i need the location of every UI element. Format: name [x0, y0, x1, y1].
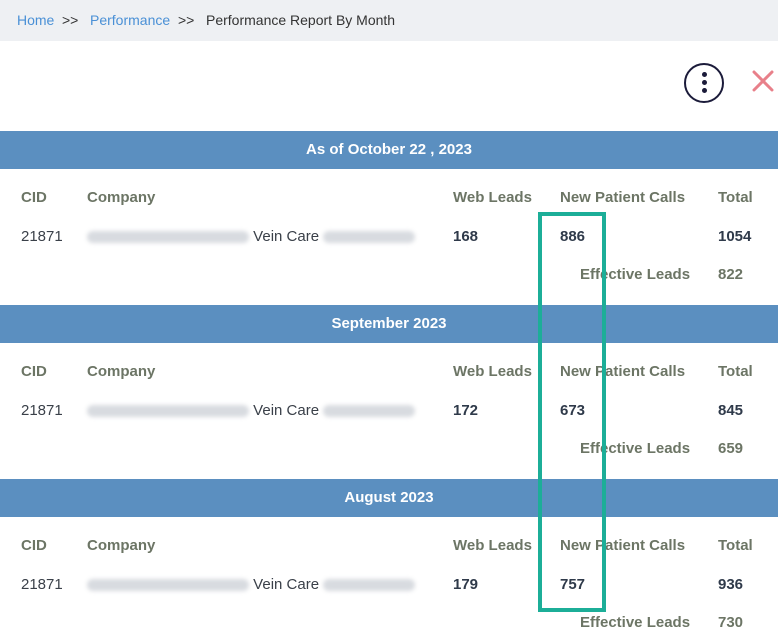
company-name-visible: Vein Care	[253, 402, 320, 419]
breadcrumb-current: Performance Report By Month	[206, 12, 396, 28]
redacted-text	[323, 405, 416, 418]
effective-leads-label: Effective Leads	[580, 614, 691, 631]
close-button[interactable]	[748, 66, 778, 96]
breadcrumb-home-link[interactable]: Home	[17, 12, 54, 28]
close-icon	[752, 70, 774, 92]
redacted-text	[87, 579, 249, 592]
row-web-leads: 172	[453, 402, 479, 419]
column-header-company: Company	[87, 363, 156, 380]
row-cid: 21871	[21, 402, 63, 419]
effective-leads-value: 659	[718, 440, 744, 457]
company-name-visible: Vein Care	[253, 576, 320, 593]
redacted-text	[87, 231, 249, 244]
row-company: Vein Care	[87, 402, 416, 419]
column-header-cid: CID	[21, 363, 47, 380]
performance-report-page: Home >> Performance >> Performance Repor…	[0, 0, 778, 640]
column-header-company: Company	[87, 189, 156, 206]
row-total: 1054	[718, 228, 752, 245]
column-header-cid: CID	[21, 537, 47, 554]
column-header-total: Total	[718, 363, 753, 380]
redacted-text	[323, 231, 416, 244]
column-header-new-patient-calls: New Patient Calls	[560, 537, 686, 554]
section-header: As of October 22 , 2023	[0, 131, 778, 169]
breadcrumb-separator: >>	[178, 12, 195, 28]
column-header-web-leads: Web Leads	[453, 189, 532, 206]
row-cid: 21871	[21, 576, 63, 593]
column-header-new-patient-calls: New Patient Calls	[560, 363, 686, 380]
column-header-total: Total	[718, 537, 753, 554]
section-header: August 2023	[0, 479, 778, 517]
breadcrumb: Home >> Performance >> Performance Repor…	[0, 0, 778, 41]
effective-leads-value: 822	[718, 266, 744, 283]
row-total: 845	[718, 402, 744, 419]
section-header: September 2023	[0, 305, 778, 343]
column-header-company: Company	[87, 537, 156, 554]
column-header-total: Total	[718, 189, 753, 206]
breadcrumb-separator: >>	[62, 12, 79, 28]
row-company: Vein Care	[87, 228, 416, 245]
column-header-web-leads: Web Leads	[453, 537, 532, 554]
row-new-patient-calls: 757	[560, 576, 586, 593]
redacted-text	[87, 405, 249, 418]
row-new-patient-calls: 886	[560, 228, 586, 245]
column-header-web-leads: Web Leads	[453, 363, 532, 380]
row-web-leads: 168	[453, 228, 479, 245]
row-web-leads: 179	[453, 576, 479, 593]
column-header-new-patient-calls: New Patient Calls	[560, 189, 686, 206]
breadcrumb-performance-link[interactable]: Performance	[90, 12, 170, 28]
redacted-text	[323, 579, 416, 592]
row-company: Vein Care	[87, 576, 416, 593]
effective-leads-label: Effective Leads	[580, 440, 691, 457]
row-new-patient-calls: 673	[560, 402, 586, 419]
company-name-visible: Vein Care	[253, 228, 320, 245]
column-header-cid: CID	[21, 189, 47, 206]
row-total: 936	[718, 576, 744, 593]
more-options-button[interactable]	[684, 63, 724, 103]
effective-leads-value: 730	[718, 614, 744, 631]
row-cid: 21871	[21, 228, 63, 245]
effective-leads-label: Effective Leads	[580, 266, 691, 283]
